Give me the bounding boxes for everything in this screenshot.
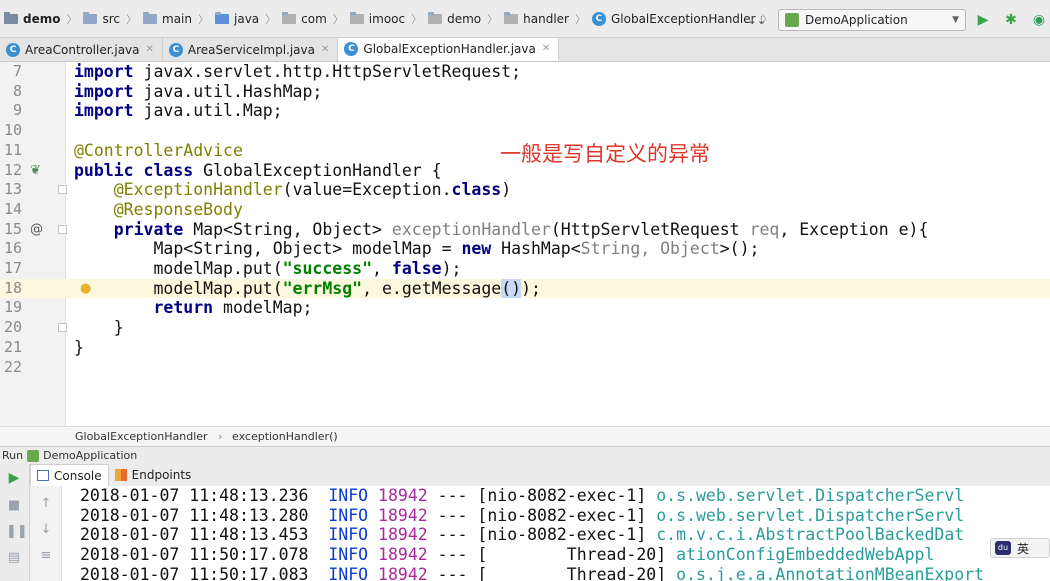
class-icon: C xyxy=(344,41,359,56)
coverage-button[interactable]: ◉ xyxy=(1028,9,1050,31)
console-icon xyxy=(37,470,49,481)
breadcrumb-item[interactable]: demo xyxy=(428,12,481,26)
run-button[interactable]: ▶ xyxy=(972,9,994,31)
tab-area-service-impl[interactable]: C AreaServiceImpl.java ✕ xyxy=(163,38,339,61)
run-toolbar: ↓⇣ DemoApplication ▼ ▶ ✱ ◉ xyxy=(748,8,1050,32)
package-icon xyxy=(428,12,443,24)
scroll-down-icon[interactable]: ↓ xyxy=(38,522,54,537)
close-icon[interactable]: ✕ xyxy=(321,44,329,55)
breadcrumb-item[interactable]: src xyxy=(83,12,120,26)
run-tabs: Console Endpoints xyxy=(30,464,1050,486)
package-icon xyxy=(504,12,519,24)
breadcrumb-class[interactable]: GlobalExceptionHandler xyxy=(75,430,208,443)
stop-icon[interactable]: ■ xyxy=(6,498,22,513)
tab-global-exception-handler[interactable]: C GlobalExceptionHandler.java ✕ xyxy=(338,38,560,61)
package-icon xyxy=(282,12,297,24)
chevron-right-icon: › xyxy=(218,430,223,443)
run-configuration-select[interactable]: DemoApplication ▼ xyxy=(778,9,966,31)
baidu-ime-icon: du xyxy=(995,541,1011,555)
code-line: 15 @ private Map<String, Object> excepti… xyxy=(3,219,929,240)
log-line: 2018-01-07 11:50:17.083 INFO 18942 --- [… xyxy=(80,564,985,581)
fold-marker-icon[interactable] xyxy=(58,323,67,333)
close-icon[interactable]: ✕ xyxy=(146,44,154,55)
chevron-right-icon: 〉 xyxy=(487,13,499,26)
rerun-icon[interactable]: ▶ xyxy=(6,470,22,486)
soft-wrap-icon[interactable]: ≡ xyxy=(38,548,54,563)
spring-boot-icon xyxy=(785,13,799,27)
run-side-toolbar: ▶ ■ ❚❚ ▤ xyxy=(0,464,30,581)
spring-boot-icon xyxy=(27,449,40,462)
code-line: 20 } xyxy=(3,318,124,338)
chevron-right-icon: 〉 xyxy=(198,13,209,26)
code-editor[interactable]: 7 import javax.servlet.http.HttpServletR… xyxy=(0,62,1050,426)
dump-threads-icon[interactable]: ▤ xyxy=(6,550,22,565)
breadcrumb-item[interactable]: main xyxy=(143,12,192,26)
class-icon: C xyxy=(6,42,20,57)
class-icon: C xyxy=(591,12,606,26)
method-breadcrumb: GlobalExceptionHandler › exceptionHandle… xyxy=(0,426,1050,446)
package-icon xyxy=(349,12,364,24)
code-line: 8 import java.util.HashMap; xyxy=(12,81,323,101)
breadcrumb-item[interactable]: java xyxy=(215,12,259,26)
code-line: 9 import java.util.Map; xyxy=(12,101,283,121)
console-output[interactable]: 2018-01-07 11:48:13.236 INFO 18942 --- [… xyxy=(62,486,1050,581)
annotation-overlay-text: 一般是写自定义的异常 xyxy=(500,142,710,166)
fold-marker-icon[interactable] xyxy=(58,185,67,195)
code-line: 21 } xyxy=(3,337,84,357)
code-line: 14 @ResponseBody xyxy=(3,199,243,219)
log-line: 2018-01-07 11:48:13.453 INFO 18942 --- [… xyxy=(80,525,965,545)
sort-icon[interactable]: ↓⇣ xyxy=(748,14,766,27)
chevron-down-icon: ▼ xyxy=(952,15,959,25)
endpoints-icon xyxy=(114,469,127,481)
breadcrumb-item[interactable]: demo xyxy=(4,12,60,26)
run-window-title: Run DemoApplication xyxy=(0,446,1050,464)
folder-icon xyxy=(143,12,158,24)
navigation-bar: demo 〉 src 〉 main 〉 java 〉 com 〉 imooc 〉… xyxy=(0,0,1050,38)
tab-area-controller[interactable]: C AreaController.java ✕ xyxy=(0,38,163,61)
breadcrumb-item[interactable]: handler xyxy=(504,12,569,26)
code-line-current: 18 ● modelMap.put("errMsg", e.getMessage… xyxy=(0,278,1050,299)
close-icon[interactable]: ✕ xyxy=(542,43,550,54)
project-folder-icon xyxy=(4,12,18,24)
breadcrumb-item[interactable]: C GlobalExceptionHandler xyxy=(591,12,756,26)
breadcrumb-method[interactable]: exceptionHandler() xyxy=(232,430,338,443)
code-line: 17 modelMap.put("success", false); xyxy=(3,259,462,278)
chevron-right-icon: 〉 xyxy=(126,13,138,26)
console-side-toolbar: ↑ ↓ ≡ xyxy=(30,486,62,581)
code-line: 7 import javax.servlet.http.HttpServletR… xyxy=(12,62,522,81)
tab-console[interactable]: Console xyxy=(30,464,109,486)
fold-marker-icon[interactable] xyxy=(58,224,67,234)
at-annotation-icon[interactable]: @ xyxy=(30,220,43,240)
folder-icon xyxy=(83,12,98,24)
breadcrumb: demo 〉 src 〉 main 〉 java 〉 com 〉 imooc 〉… xyxy=(4,8,779,30)
chevron-right-icon: 〉 xyxy=(411,13,423,26)
input-method-indicator[interactable]: du 英 xyxy=(990,538,1050,558)
breadcrumb-item[interactable]: imooc xyxy=(349,12,405,26)
tab-endpoints[interactable]: Endpoints xyxy=(109,464,198,486)
log-line: 2018-01-07 11:50:17.078 INFO 18942 --- [… xyxy=(80,545,935,565)
class-icon: C xyxy=(168,42,183,57)
code-line: 22 xyxy=(3,357,22,376)
chevron-right-icon: 〉 xyxy=(265,13,277,26)
chevron-right-icon: 〉 xyxy=(66,13,78,26)
editor-tabs: C AreaController.java ✕ C AreaServiceImp… xyxy=(0,38,1050,62)
log-line: 2018-01-07 11:48:13.236 INFO 18942 --- [… xyxy=(80,486,965,505)
code-line: 16 Map<String, Object> modelMap = new Ha… xyxy=(3,239,760,259)
pause-icon[interactable]: ❚❚ xyxy=(6,524,28,539)
chevron-right-icon: 〉 xyxy=(332,13,344,26)
source-folder-icon xyxy=(215,12,229,24)
spring-bean-icon[interactable]: ❦ xyxy=(30,161,41,181)
chevron-right-icon: 〉 xyxy=(574,13,586,26)
code-line: 13 @ExceptionHandler(value=Exception.cla… xyxy=(3,180,512,200)
scroll-up-icon[interactable]: ↑ xyxy=(38,496,54,511)
breadcrumb-item[interactable]: com xyxy=(282,12,327,26)
log-line: 2018-01-07 11:48:13.280 INFO 18942 --- [… xyxy=(80,505,965,525)
code-line: 19 return modelMap; xyxy=(3,298,313,318)
debug-button[interactable]: ✱ xyxy=(1000,9,1022,31)
